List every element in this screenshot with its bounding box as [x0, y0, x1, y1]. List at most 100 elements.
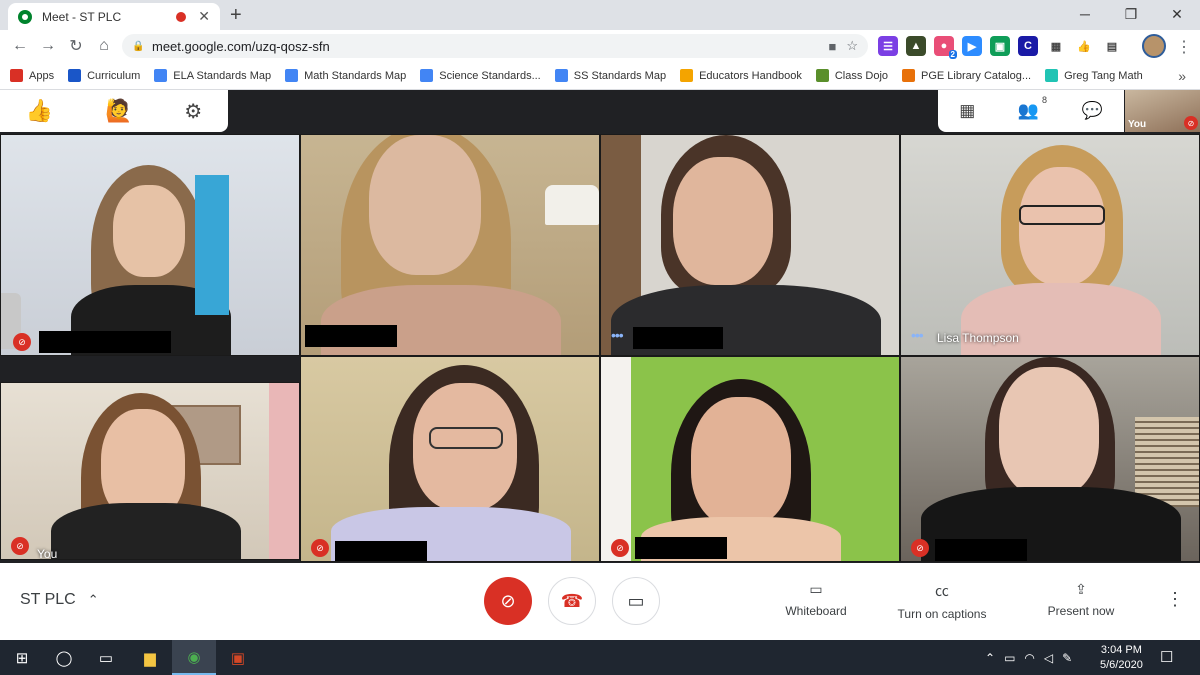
chat-icon[interactable]: 💬 — [1082, 101, 1103, 121]
battery-icon[interactable]: ▭ — [1004, 651, 1015, 665]
bookmark-label: Math Standards Map — [304, 69, 407, 82]
bookmark-item[interactable]: Science Standards... — [420, 69, 541, 82]
zoom-extension-icon[interactable]: ▶ — [962, 36, 982, 56]
participants-count: 8 — [1042, 95, 1048, 105]
search-icon[interactable]: ◯ — [42, 640, 86, 675]
participant-tile[interactable]: ⊘ You — [0, 382, 300, 560]
bookmark-item[interactable]: PGE Library Catalog... — [902, 69, 1031, 82]
powerpoint-icon[interactable]: ▣ — [216, 640, 260, 675]
reload-button[interactable]: ↻ — [62, 36, 90, 56]
extension-icon[interactable]: ▣ — [990, 36, 1010, 56]
back-button[interactable]: ← — [6, 37, 34, 55]
new-tab-button[interactable]: + — [230, 4, 242, 27]
participant-tile[interactable]: ••• — [600, 134, 900, 356]
speaking-indicator-icon: ••• — [611, 327, 624, 343]
thumbs-extension-icon[interactable]: 👍 — [1074, 36, 1094, 56]
redacted-name — [305, 325, 397, 347]
bookmark-favicon-icon — [420, 69, 434, 82]
extension-icon[interactable]: ▲ — [906, 36, 926, 56]
notifications-icon[interactable]: ☐ — [1160, 648, 1173, 666]
clock-date: 5/6/2020 — [1100, 659, 1143, 671]
url-text[interactable]: meet.google.com/uzq-qosz-sfn — [152, 39, 818, 54]
bookmark-item[interactable]: ELA Standards Map — [154, 69, 271, 82]
chrome-menu-icon[interactable]: ⋮ — [1176, 37, 1192, 57]
participant-tile[interactable]: ••• Lisa Thompson — [900, 134, 1200, 356]
grid-view-icon[interactable]: ▦ — [959, 101, 975, 121]
bookmark-star-icon[interactable]: ☆ — [846, 38, 858, 54]
leave-call-button[interactable]: ☎ — [548, 577, 596, 625]
participant-tile[interactable]: ⊘ — [300, 356, 600, 562]
lock-icon[interactable]: 🔒 — [132, 41, 144, 52]
minimize-button[interactable]: ─ — [1062, 0, 1108, 30]
task-view-icon[interactable]: ▭ — [84, 640, 128, 675]
hang-up-icon: ☎ — [560, 590, 584, 611]
extension-badge: 2 — [948, 50, 957, 59]
close-window-button[interactable]: ✕ — [1154, 0, 1200, 30]
thumbs-up-icon[interactable]: 👍 — [26, 98, 53, 124]
bookmark-favicon-icon — [1045, 69, 1059, 82]
extension-icon[interactable]: ▦ — [1046, 36, 1066, 56]
wifi-icon[interactable]: ◠ — [1024, 651, 1034, 665]
participant-tile[interactable]: ⊘ — [0, 134, 300, 356]
mic-muted-icon: ⊘ — [11, 537, 29, 555]
profile-avatar[interactable] — [1142, 34, 1166, 58]
pen-icon[interactable]: ✎ — [1062, 651, 1072, 665]
more-bookmarks-icon[interactable]: » — [1178, 68, 1186, 84]
extensions-bar: ☰ ▲ ● 2 ▶ ▣ C ▦ 👍 ▤ — [878, 36, 1122, 59]
address-bar[interactable]: 🔒 meet.google.com/uzq-qosz-sfn ■ ☆ — [122, 34, 868, 58]
bookmark-item[interactable]: SS Standards Map — [554, 69, 667, 82]
extension-icon[interactable]: C — [1018, 36, 1038, 56]
bookmark-item[interactable]: Apps — [10, 69, 54, 82]
bookmark-item[interactable]: Educators Handbook — [680, 69, 802, 82]
start-button[interactable]: ⊞ — [0, 640, 44, 675]
camera-toggle-button[interactable]: ▭ — [612, 577, 660, 625]
bookmark-item[interactable]: Curriculum — [68, 69, 140, 82]
participant-tile[interactable] — [300, 134, 600, 356]
close-tab-icon[interactable]: ✕ — [198, 8, 210, 25]
participants-button[interactable]: 👥 8 — [1018, 95, 1047, 121]
more-options-icon[interactable]: ⋮ — [1166, 589, 1184, 610]
participant-tile[interactable]: ⊘ — [600, 356, 900, 562]
browser-toolbar: ← → ↻ ⌂ 🔒 meet.google.com/uzq-qosz-sfn ■… — [0, 30, 1200, 62]
bookmark-label: Curriculum — [87, 69, 141, 82]
raise-hand-icon[interactable]: 🙋 — [105, 98, 132, 124]
clock[interactable]: 3:04 PM 5/6/2020 — [1100, 643, 1143, 673]
participant-name: You — [37, 547, 58, 560]
bookmark-favicon-icon — [68, 69, 82, 82]
present-now-button[interactable]: ⇪ Present now — [1040, 581, 1122, 618]
participant-tile[interactable]: ⊘ — [900, 356, 1200, 562]
whiteboard-button[interactable]: ▭ Whiteboard — [780, 581, 852, 618]
bookmark-item[interactable]: Class Dojo — [815, 69, 888, 82]
redacted-name — [935, 539, 1027, 561]
chrome-icon[interactable]: ◉ — [172, 640, 216, 675]
extension-icon[interactable]: ☰ — [878, 36, 898, 56]
mic-muted-icon: ⊘ — [611, 539, 629, 557]
microphone-toggle-button[interactable]: ⊘ — [484, 577, 532, 625]
redacted-name — [335, 541, 427, 561]
browser-tab[interactable]: Meet - ST PLC ✕ — [8, 3, 220, 30]
meeting-name: ST PLC — [20, 591, 76, 608]
bookmark-item[interactable]: Math Standards Map — [285, 69, 406, 82]
captions-button[interactable]: ㏄ Turn on captions — [890, 581, 994, 621]
meeting-details-toggle[interactable]: ST PLC ⌃ — [20, 591, 99, 609]
file-explorer-icon[interactable]: ▆ — [128, 640, 172, 675]
restore-button[interactable]: ❐ — [1108, 0, 1154, 30]
extension-icon[interactable]: ● 2 — [934, 36, 957, 59]
tab-strip: Meet - ST PLC ✕ + ─ ❐ ✕ — [0, 0, 1200, 30]
bookmark-label: SS Standards Map — [573, 69, 667, 82]
bookmark-item[interactable]: Greg Tang Math — [1045, 69, 1143, 82]
volume-icon[interactable]: ◁ — [1044, 651, 1053, 665]
mic-muted-icon: ⊘ — [911, 539, 929, 557]
self-view-thumbnail[interactable]: You ⊘ — [1125, 90, 1200, 132]
reactions-toolbar: 👍 🙋 ⚙ — [0, 90, 228, 132]
home-button[interactable]: ⌂ — [90, 37, 118, 55]
extension-icon[interactable]: ▤ — [1102, 36, 1122, 56]
bookmark-label: PGE Library Catalog... — [921, 69, 1032, 82]
forward-button[interactable]: → — [34, 37, 62, 55]
whiteboard-label: Whiteboard — [785, 604, 847, 618]
chevron-up-icon: ⌃ — [87, 592, 99, 607]
show-hidden-icons-icon[interactable]: ⌃ — [985, 651, 995, 665]
camera-permission-icon[interactable]: ■ — [828, 39, 836, 54]
captions-label: Turn on captions — [897, 607, 987, 621]
settings-icon[interactable]: ⚙ — [184, 99, 202, 124]
